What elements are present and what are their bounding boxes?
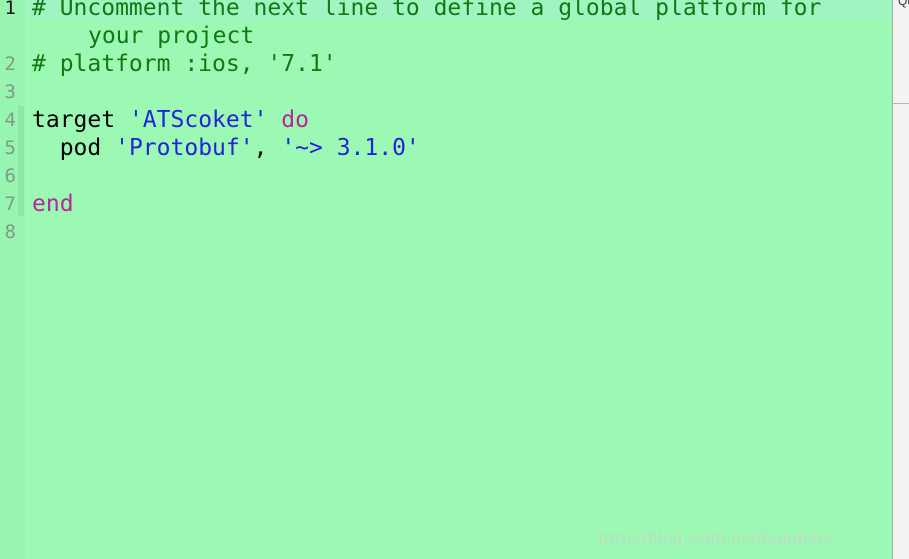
string-literal: '~> 3.1.0' (281, 135, 420, 161)
watermark: http://blog.csdn.net/liandelin (598, 528, 833, 547)
line-number: 5 (4, 137, 16, 159)
code-line-1[interactable]: # Uncomment the next line to define a gl… (32, 0, 821, 22)
code-editor[interactable]: 1 2 3 4 5 6 7 8 # Uncomment the next lin… (0, 0, 892, 559)
code-line-5[interactable]: pod 'Protobuf', '~> 3.1.0' (32, 134, 420, 162)
line-number: 6 (4, 165, 16, 187)
line-number: 3 (4, 81, 16, 103)
line-number: 2 (4, 53, 16, 75)
keyword-target: target (32, 107, 116, 133)
line-number: 7 (4, 193, 16, 215)
side-panel: Qu (892, 0, 909, 559)
line-number: 4 (4, 109, 16, 131)
code-line-4[interactable]: target 'ATScoket' do (32, 106, 309, 134)
string-literal: 'Protobuf' (115, 135, 254, 161)
line-number: 1 (4, 0, 16, 19)
code-fold-ribbon[interactable] (18, 106, 24, 216)
string-literal: 'ATScoket' (128, 107, 268, 133)
divider (893, 103, 909, 104)
side-panel-label: Qu (898, 0, 909, 8)
code-line-2[interactable]: # platform :ios, '7.1' (32, 50, 337, 78)
separator: , (253, 135, 268, 161)
code-line-7[interactable]: end (32, 190, 74, 218)
keyword-do: do (281, 107, 309, 133)
code-line-1-wrap[interactable]: your project (88, 22, 254, 50)
keyword-pod: pod (59, 135, 102, 161)
line-number: 8 (4, 221, 16, 243)
